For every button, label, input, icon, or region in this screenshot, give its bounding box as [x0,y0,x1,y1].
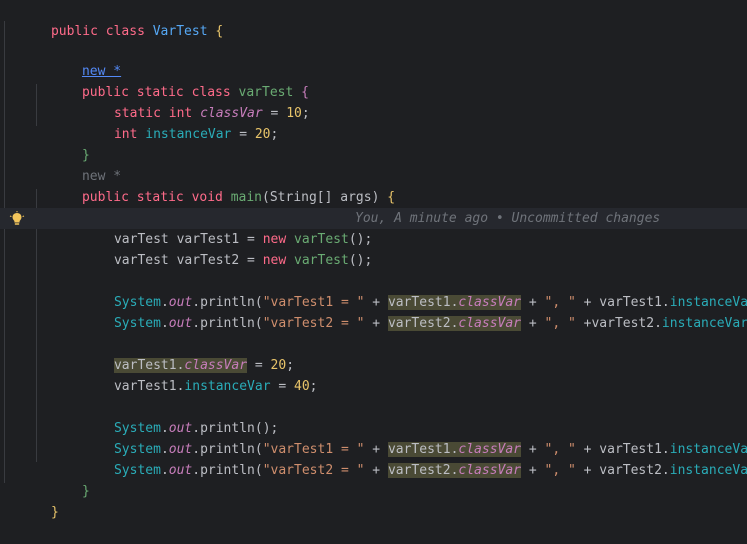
code-line[interactable]: System.out.println("varTest2 = " + varTe… [0,292,747,331]
static-field: out [168,316,193,331]
variable: varTest2 [176,253,240,268]
code-line[interactable]: varTest1.instanceVar = 40; [0,355,747,394]
brace: } [50,505,59,520]
variable: varTest2 [387,316,451,331]
code-line[interactable]: } [0,124,747,163]
code-line[interactable]: int instanceVar = 20; [0,103,747,142]
punct: (); [348,253,373,268]
keyword: public [81,190,129,205]
code-line[interactable]: } [0,460,747,499]
string-literal: ", " [544,316,576,331]
params: (String[] args) [262,190,380,205]
variable: varTest2 [591,316,655,331]
brace: { [215,24,224,39]
variable: varTest1 [113,379,177,394]
code-line[interactable]: System.out.println("varTest2 = " + varTe… [0,439,747,478]
class-ref: System [113,316,161,331]
method-name: main [230,190,263,205]
code-line-current[interactable]: varTest varTest1 = new varTest(); You, A… [0,208,747,247]
keyword: static [136,190,184,205]
lightbulb-icon[interactable] [9,211,25,227]
code-line[interactable]: System.out.println("varTest1 = " + varTe… [0,418,747,457]
number: 40 [294,379,310,394]
brace: { [387,190,396,205]
type: varTest [113,253,169,268]
operator: = [247,253,255,268]
keyword: class [105,24,145,39]
code-line[interactable]: varTest1.classVar = 20; [0,334,747,373]
code-line[interactable]: public class VarTest { [0,0,747,39]
instance-field: instanceVar [184,379,271,394]
code-hint-line: new * [0,40,747,79]
code-line[interactable]: System.out.println("varTest1 = " + varTe… [0,271,747,310]
code-editor[interactable]: public class VarTest { new * public stat… [0,0,747,520]
code-line[interactable]: static int classVar = 10; [0,82,747,121]
code-line[interactable]: System.out.println(); [0,397,747,436]
instance-field: instanceVar [661,316,747,331]
inline-blame: You, A minute ago • Uncommitted changes [355,211,661,226]
keyword: void [191,190,223,205]
keyword: public [50,24,98,39]
operator: = [278,379,287,394]
keyword: new [262,253,287,268]
code-line[interactable]: public static void main(String[] args) { [0,166,747,205]
method-call: println [200,316,255,331]
static-field: classVar [458,316,522,331]
code-line[interactable]: public static class varTest { [0,61,747,100]
code-line[interactable]: } [0,481,747,520]
string-literal: "varTest2 = " [262,316,365,331]
constructor: varTest [294,253,349,268]
code-hint-line: new * [0,145,747,184]
code-line[interactable]: varTest varTest2 = new varTest(); [0,229,747,268]
class-name: VarTest [152,24,208,39]
